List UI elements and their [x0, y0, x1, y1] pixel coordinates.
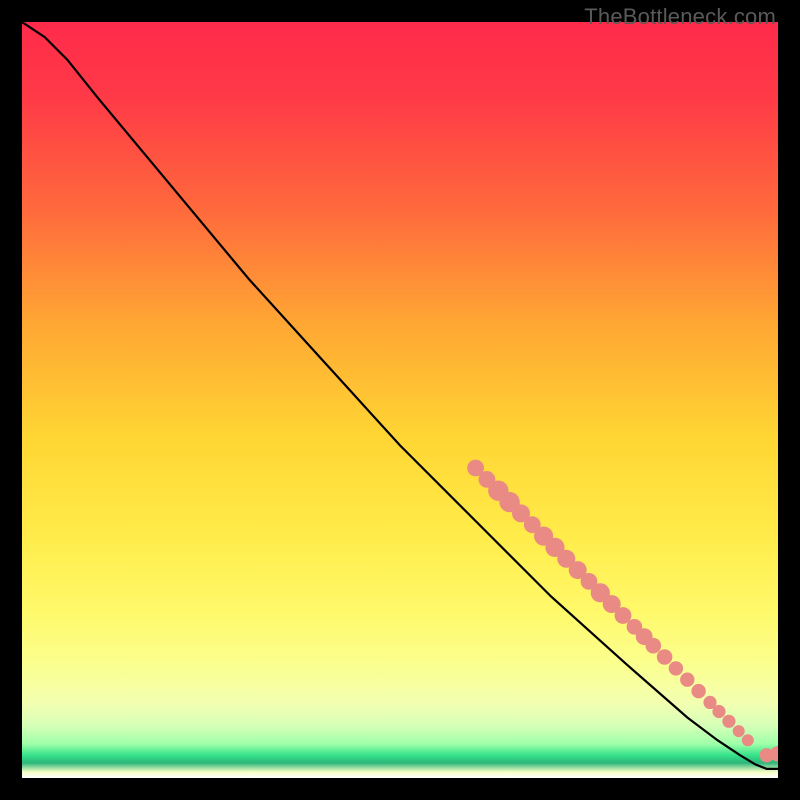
watermark-label: TheBottleneck.com	[584, 4, 776, 30]
chart-plot-area	[22, 22, 778, 778]
